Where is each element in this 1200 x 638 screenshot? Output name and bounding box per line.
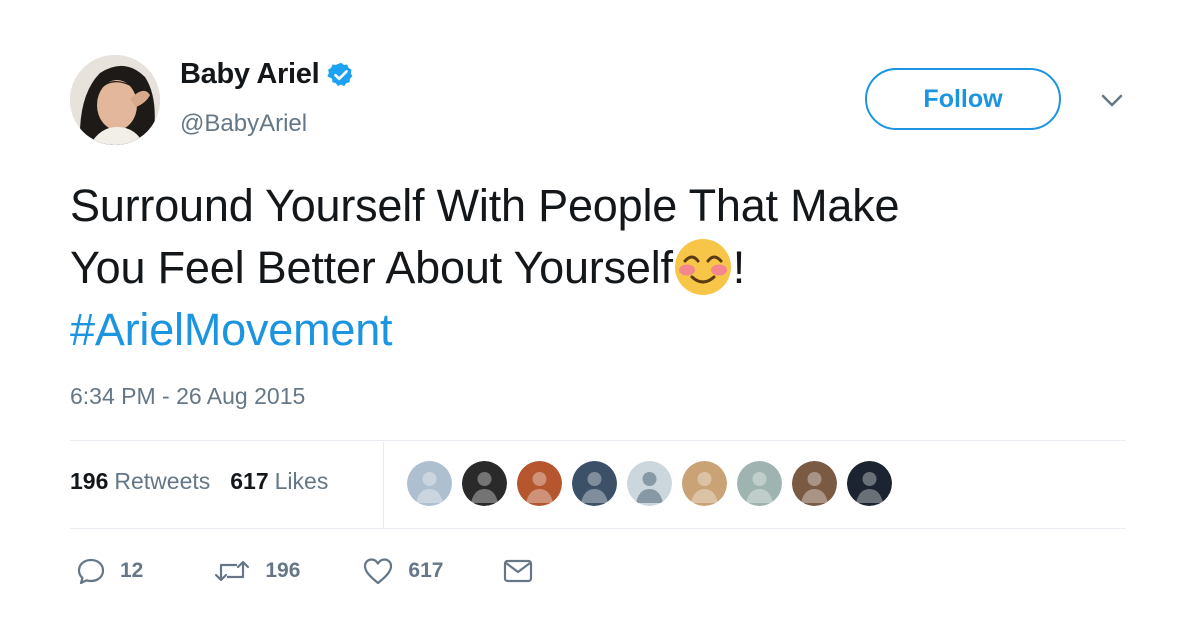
engagement-stats: 196 Retweets 617 Likes: [70, 468, 348, 495]
retweet-button[interactable]: 196: [213, 556, 300, 586]
reply-icon: [77, 558, 105, 585]
likes-stat-label: Likes: [274, 468, 329, 494]
direct-message-button[interactable]: [501, 556, 535, 586]
like-button[interactable]: 617: [362, 556, 443, 586]
tweet-text-line-1: Surround Yourself With People That Make: [70, 180, 900, 231]
liker-avatar[interactable]: [407, 461, 452, 506]
smiling-face-with-blush-emoji-icon: [674, 239, 731, 295]
tweet-text-line-2-end: !: [732, 242, 746, 293]
retweets-stat[interactable]: 196 Retweets: [70, 468, 210, 495]
liker-avatar[interactable]: [847, 461, 892, 506]
tweet-text-line-2-body: You Feel Better About Yourself: [70, 242, 673, 293]
liker-avatar[interactable]: [517, 461, 562, 506]
author-name[interactable]: Baby Ariel: [180, 58, 320, 91]
liker-avatar[interactable]: [682, 461, 727, 506]
hashtag-link[interactable]: #ArielMovement: [70, 299, 1150, 361]
author-avatar[interactable]: [70, 55, 160, 145]
envelope-icon: [504, 559, 533, 583]
reply-count: 12: [120, 559, 144, 582]
liker-avatar[interactable]: [572, 461, 617, 506]
retweet-icon: [215, 560, 250, 582]
like-count: 617: [408, 559, 444, 582]
reply-button[interactable]: 12: [76, 556, 143, 586]
tweet-timestamp[interactable]: 6:34 PM - 26 Aug 2015: [70, 383, 305, 410]
retweet-count: 196: [265, 559, 301, 582]
divider-bottom: [70, 528, 1126, 529]
tweet-actions: 12 196 617: [76, 556, 535, 586]
liker-avatar[interactable]: [462, 461, 507, 506]
tweet-text-line-2: You Feel Better About Yourself !: [70, 237, 1150, 299]
author-handle[interactable]: @BabyAriel: [180, 110, 307, 138]
likers-avatar-list: [407, 461, 902, 506]
likes-stat-count: 617: [230, 468, 269, 494]
likes-stat[interactable]: 617 Likes: [230, 468, 328, 495]
divider-top: [70, 440, 1126, 441]
follow-button[interactable]: Follow: [865, 68, 1061, 130]
liker-avatar[interactable]: [737, 461, 782, 506]
liker-avatar[interactable]: [792, 461, 837, 506]
tweet-text: Surround Yourself With People That Make …: [70, 175, 1150, 361]
stats-divider: [383, 442, 384, 528]
retweets-stat-label: Retweets: [114, 468, 211, 494]
chevron-down-icon[interactable]: [1098, 88, 1126, 112]
default-avatar-icon[interactable]: [627, 461, 672, 506]
heart-icon: [364, 558, 393, 585]
retweets-stat-count: 196: [70, 468, 109, 494]
verified-badge-icon: [327, 62, 353, 86]
